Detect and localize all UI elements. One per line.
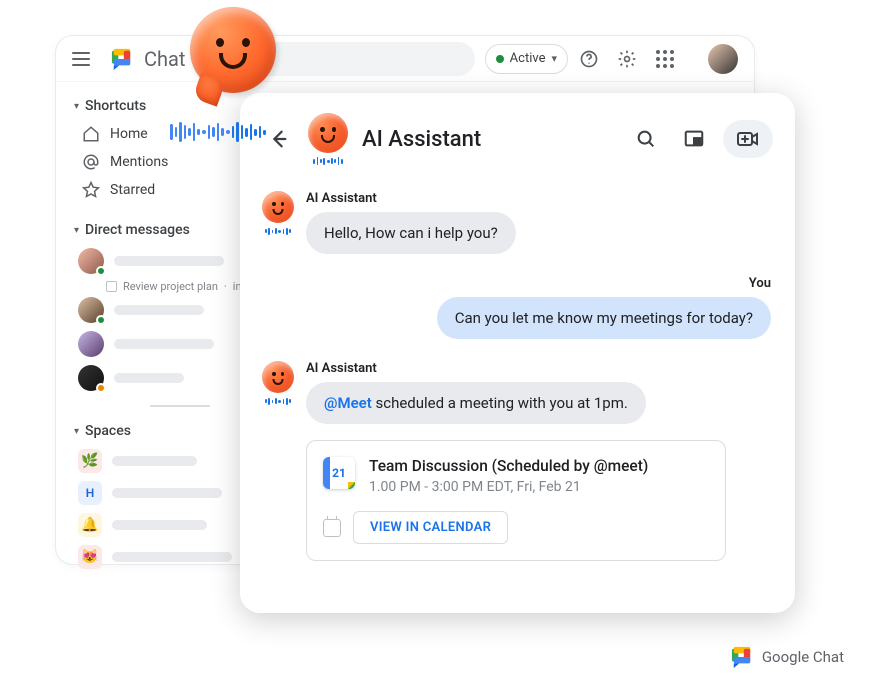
- main-menu-icon[interactable]: [72, 47, 96, 71]
- google-chat-logo-icon: [730, 646, 754, 668]
- star-icon: [82, 181, 100, 199]
- message-ai-2: AI Assistant @Meet scheduled a meeting w…: [262, 361, 773, 561]
- conversation-header: AI Assistant: [262, 113, 773, 165]
- meet-mention[interactable]: @Meet: [324, 394, 372, 412]
- video-call-button[interactable]: [723, 120, 773, 158]
- google-chat-branding: Google Chat: [730, 646, 844, 668]
- sender-name: You: [749, 276, 771, 291]
- conversation-panel: AI Assistant AI Assistant Hello, How can…: [240, 93, 795, 613]
- app-title: Chat: [144, 47, 185, 71]
- caret-down-icon: ▾: [74, 101, 79, 112]
- message-ai-1: AI Assistant Hello, How can i help you?: [262, 191, 773, 254]
- calendar-mini-icon: [106, 281, 117, 292]
- wave-indicator-icon: [313, 157, 342, 165]
- status-selector[interactable]: Active ▾: [485, 44, 568, 74]
- google-chat-logo-icon: [110, 48, 134, 70]
- message-bubble: Hello, How can i help you?: [306, 212, 516, 254]
- help-button[interactable]: [572, 42, 606, 76]
- search-in-chat-button[interactable]: [627, 120, 665, 158]
- chat-header: Chat Active ▾: [56, 36, 754, 82]
- settings-button[interactable]: [610, 42, 644, 76]
- meeting-title: Team Discussion (Scheduled by @meet): [369, 457, 648, 475]
- sender-avatar: [262, 361, 294, 561]
- message-bubble: Can you let me know my meetings for toda…: [437, 297, 771, 339]
- google-calendar-icon: 21: [323, 457, 355, 489]
- meeting-time: 1.00 PM - 3:00 PM EDT, Fri, Feb 21: [369, 479, 648, 495]
- back-button[interactable]: [262, 123, 294, 155]
- pop-out-button[interactable]: [675, 120, 713, 158]
- chevron-down-icon: ▾: [551, 52, 557, 65]
- conversation-avatar: [308, 113, 348, 165]
- sender-name: AI Assistant: [306, 191, 773, 206]
- sender-avatar: [262, 191, 294, 254]
- mention-icon: [82, 153, 100, 171]
- meeting-card: 21 Team Discussion (Scheduled by @meet) …: [306, 440, 726, 561]
- home-icon: [82, 125, 100, 143]
- view-in-calendar-button[interactable]: VIEW IN CALENDAR: [353, 511, 508, 544]
- message-thread: AI Assistant Hello, How can i help you? …: [262, 191, 773, 561]
- status-dot-active: [496, 55, 504, 63]
- account-avatar[interactable]: [708, 44, 738, 74]
- calendar-outline-icon: [323, 519, 341, 537]
- message-bubble: @Meet scheduled a meeting with you at 1p…: [306, 382, 646, 424]
- message-user-1: You Can you let me know my meetings for …: [262, 276, 773, 339]
- caret-down-icon: ▾: [74, 225, 79, 236]
- status-label: Active: [510, 51, 546, 66]
- sound-wave-graphic: [170, 122, 266, 142]
- caret-down-icon: ▾: [74, 426, 79, 437]
- sidebar-divider: [150, 405, 210, 407]
- apps-button[interactable]: [648, 42, 682, 76]
- brand-text: Google Chat: [762, 648, 844, 666]
- conversation-title: AI Assistant: [362, 127, 481, 152]
- sender-name: AI Assistant: [306, 361, 773, 376]
- apps-grid-icon: [656, 50, 674, 68]
- ai-assistant-avatar-large: [190, 7, 282, 99]
